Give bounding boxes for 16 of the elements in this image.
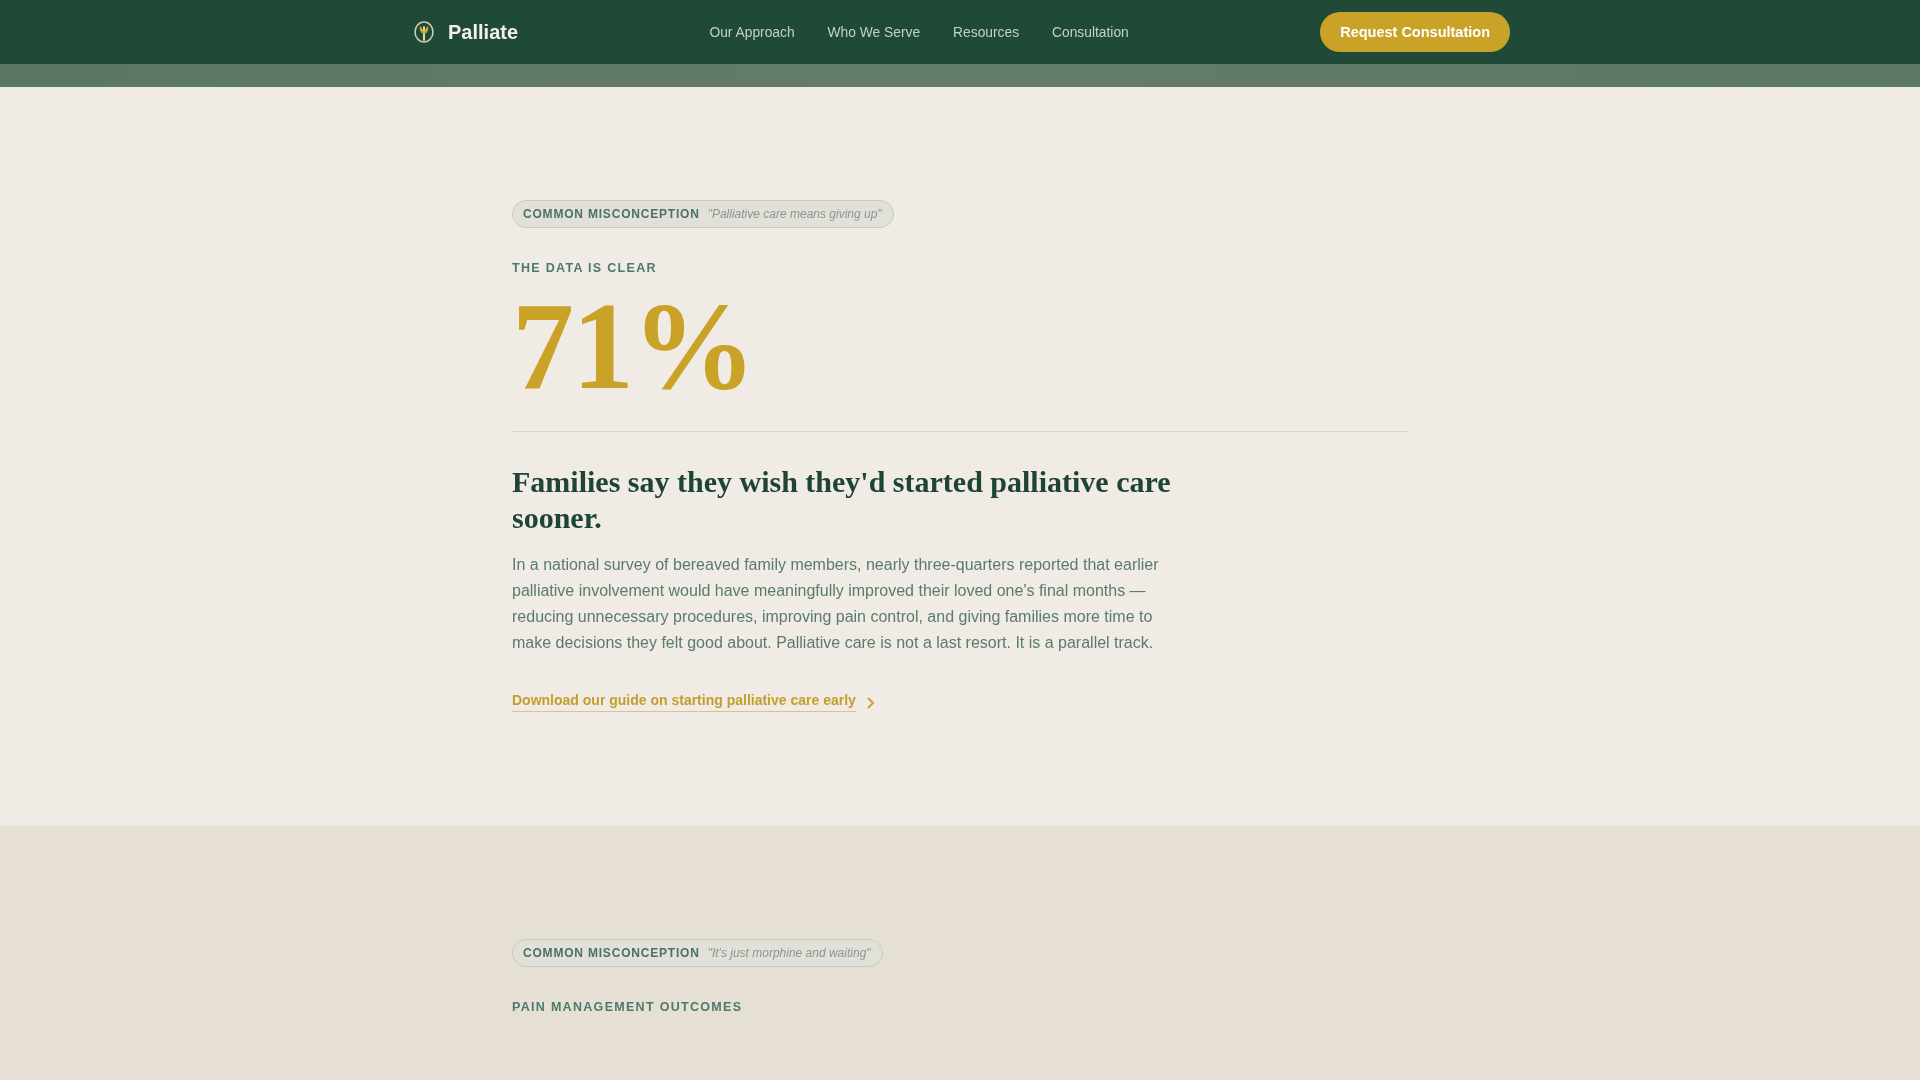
section-headline: Families say they wish they'd started palliative care sooner. (512, 464, 1172, 536)
stat-number: 71% (512, 285, 755, 409)
section-eyebrow: PAIN MANAGEMENT OUTCOMES (512, 1000, 744, 1014)
nav-link[interactable]: Consultation (1052, 24, 1129, 40)
nav-link[interactable]: Resources (953, 24, 1020, 40)
body-paragraph: In a national survey of bereaved family members, nearly three-quarters reported that earlier palliative involvement would have meaningfully improved their loved one's final months — reducing unnecessary procedures, improving pain control, and giving families more time to make decisions they felt good about. Palliative care is not a last resort. It is a parallel track. (512, 555, 1160, 653)
misconception-quote: "Palliative care means giving up" (707, 207, 882, 221)
badge-label: COMMON MISCONCEPTION (523, 207, 700, 221)
badge-label: COMMON MISCONCEPTION (523, 946, 700, 960)
chevron-right-icon (866, 697, 875, 709)
nav-link[interactable]: Who We Serve (827, 24, 921, 40)
sprout-logo-icon (414, 21, 434, 43)
brand-name[interactable]: Palliate (448, 20, 519, 44)
misconception-quote: "It's just morphine and waiting" (707, 946, 871, 960)
section-eyebrow: THE DATA IS CLEAR (512, 261, 658, 275)
nav-link[interactable]: Our Approach (709, 24, 795, 40)
